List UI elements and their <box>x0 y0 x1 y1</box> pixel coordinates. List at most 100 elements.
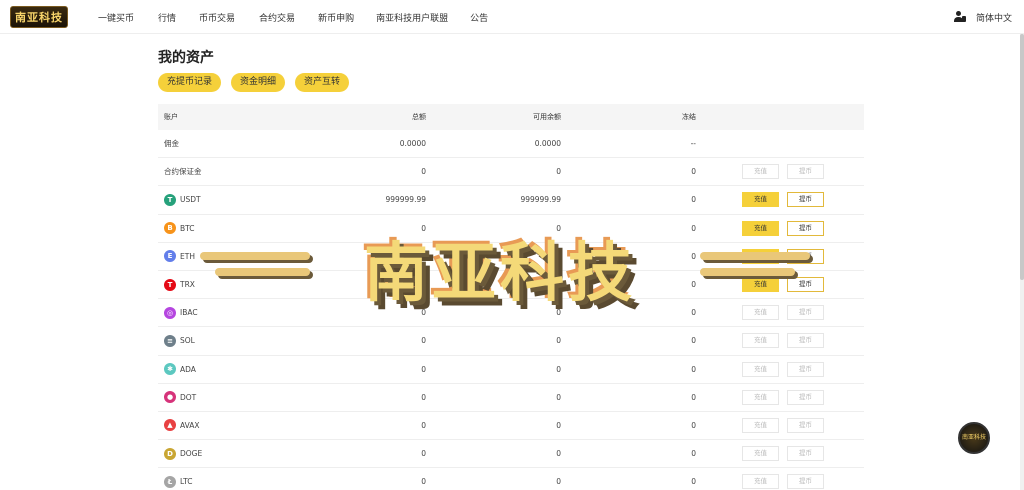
actions-cell: 充值 提币 <box>696 446 864 462</box>
withdraw-button[interactable]: 提币 <box>787 474 824 490</box>
actions-cell: 充值 提币 <box>696 164 864 180</box>
account-name: SOL <box>180 336 195 346</box>
account-name: DOT <box>180 392 197 402</box>
customer-service-float-button[interactable]: 南亚科技 <box>958 422 990 454</box>
total-cell: 0 <box>421 280 426 290</box>
withdraw-button[interactable]: 提币 <box>787 248 824 264</box>
account-name: USDT <box>180 195 201 205</box>
nav-item-quick-buy[interactable]: 一键买币 <box>98 11 134 24</box>
total-cell: 0 <box>421 449 426 459</box>
assets-header: 我的资产 充提币记录 资金明细 资产互转 <box>158 48 864 92</box>
eth-icon: E <box>164 250 176 263</box>
withdraw-button[interactable]: 提币 <box>787 361 824 377</box>
deposit-button[interactable]: 充值 <box>742 361 779 377</box>
available-cell: 0 <box>556 336 561 346</box>
asset-actions: 充提币记录 资金明细 资产互转 <box>158 73 864 92</box>
main-nav: 一键买币 行情 币币交易 合约交易 新币申购 南亚科技用户联盟 公告 <box>98 0 488 34</box>
account-cell: T USDT <box>158 193 258 206</box>
dot-icon: ● <box>164 391 176 404</box>
available-cell: 0 <box>556 449 561 459</box>
withdraw-button[interactable]: 提币 <box>787 333 824 349</box>
page-title: 我的资产 <box>158 50 214 66</box>
total-cell: 0 <box>421 251 426 261</box>
table-row: 合约保证金 0 0 0 充值 提币 <box>158 158 864 187</box>
account-cell: ◎ IBAC <box>158 306 258 319</box>
table-row: Ł LTC 0 0 0 充值 提币 <box>158 468 864 490</box>
table-row: ● DOT 0 0 0 充值 提币 <box>158 384 864 412</box>
user-account-icon[interactable] <box>953 11 966 23</box>
available-cell: 0 <box>556 223 561 233</box>
deposit-button[interactable]: 充值 <box>742 220 779 236</box>
actions-cell: 充值 提币 <box>696 192 864 208</box>
frozen-cell: 0 <box>691 167 696 177</box>
withdraw-button[interactable]: 提币 <box>787 417 824 433</box>
column-header-total: 总额 <box>412 113 426 121</box>
doge-icon: D <box>164 447 176 460</box>
deposit-button[interactable]: 充值 <box>742 164 779 180</box>
nav-item-futures-trading[interactable]: 合约交易 <box>259 11 295 24</box>
deposit-button[interactable]: 充值 <box>742 417 779 433</box>
withdraw-button[interactable]: 提币 <box>787 277 824 293</box>
account-cell: B BTC <box>158 222 258 235</box>
available-cell: 0 <box>556 280 561 290</box>
withdraw-button[interactable]: 提币 <box>787 305 824 321</box>
withdraw-button[interactable]: 提币 <box>787 192 824 208</box>
frozen-cell: 0 <box>691 420 696 430</box>
account-cell: T TRX <box>158 278 258 291</box>
frozen-cell: 0 <box>691 251 696 261</box>
frozen-cell: 0 <box>691 364 696 374</box>
actions-cell: 充值 提币 <box>696 248 864 264</box>
sol-icon: ≡ <box>164 334 176 347</box>
account-name: 佣金 <box>164 139 179 149</box>
nav-item-announcements[interactable]: 公告 <box>470 11 488 24</box>
account-cell: E ETH <box>158 250 258 263</box>
nav-item-new-coin-subscription[interactable]: 新币申购 <box>318 11 354 24</box>
withdraw-button[interactable]: 提币 <box>787 389 824 405</box>
header-right: 简体中文 <box>953 0 1012 34</box>
account-cell: 合约保证金 <box>158 166 258 177</box>
deposit-button[interactable]: 充值 <box>742 389 779 405</box>
actions-cell: 充值 提币 <box>696 417 864 433</box>
page-scrollbar-thumb[interactable] <box>1020 34 1024 280</box>
deposit-button[interactable]: 充值 <box>742 446 779 462</box>
actions-cell: 充值 提币 <box>696 333 864 349</box>
account-cell: Ł LTC <box>158 475 258 488</box>
column-header-available: 可用余额 <box>533 113 561 121</box>
deposit-button[interactable]: 充值 <box>742 192 779 208</box>
assets-table: 账户 总额 可用余额 冻结 佣金 0.0000 0.0000 -- 合约保证金 0 0 0 充值… <box>158 104 864 490</box>
table-row: ▲ AVAX 0 0 0 充值 提币 <box>158 412 864 441</box>
table-row: E ETH 0 0 0 充值 提币 <box>158 243 864 271</box>
table-row: ◎ IBAC 0 0 0 充值 提币 <box>158 299 864 328</box>
deposit-button[interactable]: 充值 <box>742 277 779 293</box>
available-cell: 0 <box>556 251 561 261</box>
withdraw-button[interactable]: 提币 <box>787 220 824 236</box>
table-row: T TRX 0 0 0 充值 提币 <box>158 271 864 300</box>
nav-item-spot-trading[interactable]: 币币交易 <box>199 11 235 24</box>
available-cell: 0 <box>556 364 561 374</box>
nav-item-market[interactable]: 行情 <box>158 11 176 24</box>
withdraw-button[interactable]: 提币 <box>787 446 824 462</box>
available-cell: 0 <box>556 420 561 430</box>
total-cell: 0.0000 <box>399 139 426 149</box>
deposit-button[interactable]: 充值 <box>742 248 779 264</box>
asset-transfer-button[interactable]: 资产互转 <box>295 73 350 92</box>
fund-details-button[interactable]: 资金明细 <box>231 73 286 92</box>
ibac-icon: ◎ <box>164 306 176 319</box>
account-cell: ● DOT <box>158 391 258 404</box>
deposit-button[interactable]: 充值 <box>742 305 779 321</box>
total-cell: 0 <box>421 223 426 233</box>
deposit-button[interactable]: 充值 <box>742 333 779 349</box>
deposit-button[interactable]: 充值 <box>742 474 779 490</box>
total-cell: 0 <box>421 308 426 318</box>
frozen-cell: 0 <box>691 195 696 205</box>
usdt-icon: T <box>164 193 176 206</box>
deposit-withdraw-records-button[interactable]: 充提币记录 <box>158 73 222 92</box>
table-row: 佣金 0.0000 0.0000 -- <box>158 130 864 159</box>
withdraw-button[interactable]: 提币 <box>787 164 824 180</box>
account-name: ADA <box>180 364 196 374</box>
nav-item-user-alliance[interactable]: 南亚科技用户联盟 <box>376 11 448 24</box>
actions-cell: 充值 提币 <box>696 220 864 236</box>
avax-icon: ▲ <box>164 419 176 432</box>
brand-logo[interactable]: 南亚科技 <box>10 6 68 28</box>
language-selector[interactable]: 简体中文 <box>976 11 1012 24</box>
